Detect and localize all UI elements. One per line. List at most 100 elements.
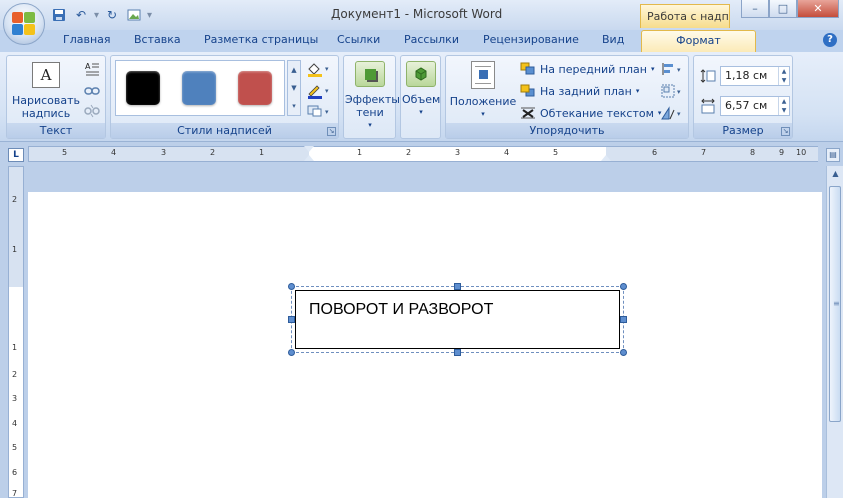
vruler-label: 7 (12, 489, 18, 498)
redo-icon[interactable]: ↻ (103, 6, 121, 24)
shadow-effects-dropdown-icon: ▾ (368, 121, 372, 129)
ribbon: A Нарисовать надпись A Текст ▲ ▼ ▾ ▾ ▾ ▾… (0, 52, 843, 142)
tab-page-layout[interactable]: Разметка страницы (204, 33, 318, 46)
tab-home[interactable]: Главная (63, 33, 111, 46)
undo-dropdown-icon[interactable]: ▾ (94, 10, 99, 21)
tab-format[interactable]: Формат (641, 30, 756, 52)
svg-text:A: A (85, 62, 91, 71)
vertical-scrollbar[interactable]: ▲ ≡ (826, 166, 843, 498)
tab-mailings[interactable]: Рассылки (404, 33, 459, 46)
break-link-icon[interactable] (83, 103, 101, 119)
gallery-scroll[interactable]: ▲ ▼ ▾ (287, 60, 301, 116)
draw-textbox-label-line1: Нарисовать (11, 94, 81, 107)
vruler-label: 3 (12, 394, 18, 403)
resize-handle-top[interactable] (454, 283, 461, 290)
shadow-effects-icon (355, 61, 385, 87)
resize-handle-right[interactable] (620, 316, 627, 323)
rotate-icon[interactable]: ▾ (660, 105, 686, 121)
3d-effects-label: Объем (402, 93, 441, 106)
text-direction-icon[interactable]: A (83, 60, 101, 78)
gallery-down-icon[interactable]: ▼ (291, 84, 296, 92)
vertical-ruler[interactable]: 2 1 1 2 3 4 5 6 7 (8, 166, 24, 498)
position-label: Положение (449, 95, 517, 108)
group-textbox-styles-label: Стили надписей (111, 123, 338, 138)
maximize-button[interactable]: □ (769, 0, 797, 18)
shadow-effects-button[interactable]: Эффекты тени ▾ (345, 61, 400, 132)
tab-selector-button[interactable]: L (8, 148, 24, 162)
resize-handle-bottom-right[interactable] (620, 349, 627, 356)
resize-handle-left[interactable] (288, 316, 295, 323)
text-wrapping-button[interactable]: Обтекание текстом ▾ (520, 106, 661, 120)
ruler-label: 3 (455, 148, 461, 157)
scrollbar-thumb[interactable]: ≡ (829, 186, 841, 422)
resize-handle-top-right[interactable] (620, 283, 627, 290)
ribbon-tabs: Главная Вставка Разметка страницы Ссылки… (0, 30, 843, 52)
width-spin-arrows-icon[interactable]: ▲ ▼ (778, 97, 789, 115)
svg-text:▾: ▾ (677, 110, 681, 118)
ruler-label: 6 (652, 148, 658, 157)
window-title: Документ1 - Microsoft Word (331, 7, 503, 21)
undo-icon[interactable]: ↶ (72, 6, 90, 24)
width-input[interactable]: 6,57 см ▲ ▼ (720, 96, 790, 116)
resize-handle-bottom-left[interactable] (288, 349, 295, 356)
office-button[interactable] (3, 3, 45, 45)
group-textbox-styles: ▲ ▼ ▾ ▾ ▾ ▾ Стили надписей ↘ (110, 55, 339, 139)
vruler-label: 2 (12, 195, 18, 204)
style-gallery (115, 60, 285, 116)
group-size-label: Размер (694, 123, 792, 138)
height-input[interactable]: 1,18 см ▲ ▼ (720, 66, 790, 86)
textbox[interactable]: ПОВОРОТ И РАЗВОРОТ (295, 290, 620, 349)
tab-review[interactable]: Рецензирование (483, 33, 579, 46)
group-size: 1,18 см ▲ ▼ 6,57 см ▲ ▼ Размер ↘ (693, 55, 793, 139)
outline-color-icon[interactable]: ▾ (305, 82, 333, 100)
size-dialog-launcher-icon[interactable]: ↘ (781, 127, 790, 136)
style-swatch-black[interactable] (126, 71, 160, 105)
bring-to-front-dropdown-icon: ▾ (650, 65, 655, 73)
resize-handle-top-left[interactable] (288, 283, 295, 290)
group-objects-icon[interactable]: ▾ (660, 83, 686, 99)
gallery-up-icon[interactable]: ▲ (291, 66, 296, 74)
height-value: 1,18 см (725, 69, 768, 82)
help-icon[interactable]: ? (823, 33, 837, 47)
change-shape-icon[interactable]: ▾ (305, 103, 333, 119)
minimize-button[interactable]: – (741, 0, 769, 18)
view-ruler-icon[interactable]: ▤ (826, 148, 840, 162)
vruler-label: 1 (12, 245, 18, 254)
tab-references[interactable]: Ссылки (337, 33, 380, 46)
create-link-icon[interactable] (83, 83, 101, 99)
close-button[interactable]: ✕ (797, 0, 839, 18)
position-button[interactable]: Положение ▾ (449, 61, 517, 121)
height-spinner: 1,18 см ▲ ▼ (700, 66, 790, 86)
style-swatch-red[interactable] (238, 71, 272, 105)
resize-handle-bottom[interactable] (454, 349, 461, 356)
bring-to-front-button[interactable]: На передний план ▾ (520, 62, 654, 76)
tab-view[interactable]: Вид (602, 33, 624, 46)
text-wrapping-label: Обтекание текстом (540, 106, 654, 120)
left-indent-marker[interactable] (304, 155, 314, 161)
ruler-label: 2 (210, 148, 216, 157)
group-shadow-effects: Эффекты тени ▾ (343, 55, 400, 139)
style-swatch-blue[interactable] (182, 71, 216, 105)
gallery-more-icon[interactable]: ▾ (292, 102, 296, 110)
ruler-label: 9 (779, 148, 785, 157)
insert-picture-icon[interactable] (125, 6, 143, 24)
right-indent-marker[interactable] (601, 155, 611, 161)
save-icon[interactable] (50, 6, 68, 24)
first-line-indent-marker[interactable] (304, 146, 314, 152)
bring-to-front-label: На передний план (540, 62, 647, 76)
align-icon[interactable]: ▾ (660, 61, 686, 77)
draw-textbox-button[interactable]: A Нарисовать надпись (11, 62, 81, 120)
send-to-back-button[interactable]: На задний план ▾ (520, 84, 639, 98)
scroll-up-icon[interactable]: ▲ (827, 166, 843, 182)
textbox-text[interactable]: ПОВОРОТ И РАЗВОРОТ (309, 301, 493, 319)
3d-effects-button[interactable]: Объем ▾ (402, 61, 440, 119)
tab-insert[interactable]: Вставка (134, 33, 181, 46)
shadow-effects-line1: Эффекты (345, 93, 400, 106)
fill-color-icon[interactable]: ▾ (305, 60, 333, 78)
horizontal-ruler[interactable]: 5 4 3 2 1 1 2 3 4 5 6 7 8 9 10 (28, 146, 818, 162)
customize-toolbar-icon[interactable]: ▾ (147, 10, 152, 21)
height-spin-arrows-icon[interactable]: ▲ ▼ (778, 67, 789, 85)
styles-dialog-launcher-icon[interactable]: ↘ (327, 127, 336, 136)
position-dropdown-icon: ▾ (481, 110, 485, 118)
title-bar: ↶ ▾ ↻ ▾ Документ1 - Microsoft Word Работ… (0, 0, 843, 30)
